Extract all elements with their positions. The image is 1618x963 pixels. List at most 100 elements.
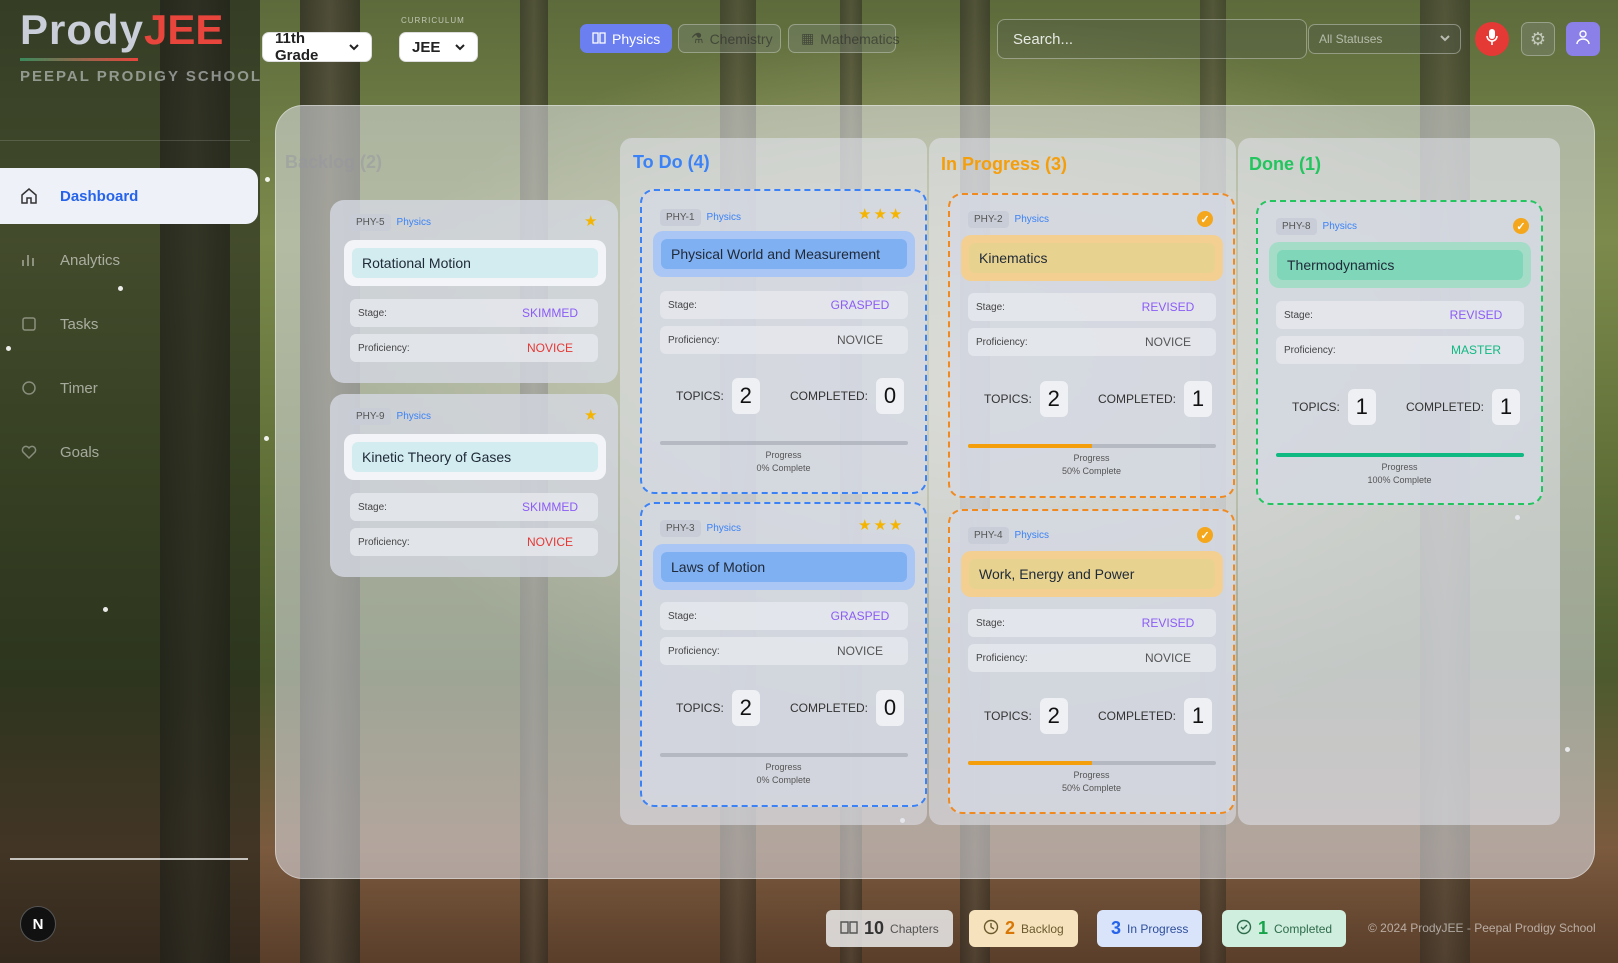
star-icon: ★	[584, 213, 600, 230]
card-subject: Physics	[706, 212, 741, 223]
check-circle-icon	[1236, 919, 1252, 938]
microphone-button[interactable]	[1475, 22, 1509, 56]
proficiency-label: Proficiency:	[358, 342, 410, 354]
proficiency-value: NOVICE	[526, 341, 573, 355]
profile-button[interactable]	[1566, 22, 1600, 56]
inprogress-count-chip: 3 In Progress	[1097, 910, 1203, 947]
stage-row: Stage: GRASPED	[660, 602, 908, 630]
stage-label: Stage:	[668, 610, 697, 622]
chapter-card-phy1[interactable]: PHY-1 Physics ★★★ Physical World and Meas…	[640, 189, 927, 494]
stage-row: Stage: REVISED	[968, 293, 1216, 321]
card-title: Rotational Motion	[352, 248, 598, 278]
user-avatar-button[interactable]: N	[20, 906, 56, 942]
topics-label: TOPICS:	[1292, 400, 1340, 414]
completed-stat: COMPLETED: 1	[1098, 698, 1213, 734]
proficiency-value: MASTER	[1450, 343, 1501, 357]
proficiency-label: Proficiency:	[976, 652, 1028, 664]
card-title-box: Work, Energy and Power	[961, 551, 1223, 597]
completed-count: 1	[1184, 698, 1213, 734]
stage-row: Stage: REVISED	[968, 609, 1216, 637]
proficiency-row: Proficiency: NOVICE	[350, 334, 598, 362]
card-id: PHY-4	[968, 527, 1009, 544]
topics-count: 2	[1039, 381, 1068, 417]
proficiency-row: Proficiency: NOVICE	[968, 328, 1216, 356]
card-id: PHY-1	[660, 209, 701, 226]
brand-name-part2: JEE	[144, 6, 224, 53]
sidebar-item-tasks[interactable]: Tasks	[0, 296, 258, 352]
tab-mathematics[interactable]: ▦ Mathematics	[788, 24, 900, 53]
chapter-card-phy8[interactable]: PHY-8 Physics ✓ Thermodynamics Stage: REVI…	[1256, 200, 1543, 505]
topics-count: 2	[731, 690, 760, 726]
card-tag: PHY-8 Physics	[1276, 218, 1357, 235]
card-tag: PHY-1 Physics	[660, 209, 741, 226]
clock-icon	[983, 919, 999, 938]
card-title: Kinetic Theory of Gases	[352, 442, 598, 472]
backlog-count-chip: 2 Backlog	[969, 910, 1078, 947]
proficiency-row: Proficiency: NOVICE	[350, 528, 598, 556]
heart-icon	[20, 443, 38, 461]
progress-bar	[660, 441, 908, 445]
tab-physics[interactable]: Physics	[580, 24, 673, 53]
backlog-label: Backlog	[1021, 921, 1064, 936]
tab-physics-label: Physics	[612, 30, 661, 47]
card-title: Laws of Motion	[661, 552, 907, 582]
card-subject: Physics	[706, 523, 741, 534]
tab-chemistry[interactable]: ⚗ Chemistry	[678, 24, 781, 53]
progress-title: Progress	[1073, 770, 1110, 780]
search-input[interactable]: Search...	[997, 19, 1307, 59]
proficiency-value: NOVICE	[526, 535, 573, 549]
completed-count: 0	[876, 690, 905, 726]
stage-value: SKIMMED	[521, 306, 578, 320]
inprogress-label: In Progress	[1127, 921, 1189, 936]
status-filter-select[interactable]: All Statuses	[1308, 24, 1461, 54]
topics-stat: TOPICS: 1	[1292, 389, 1376, 425]
brand-logo[interactable]: ProdyJEE PEEPAL PRODIGY SCHOOL	[20, 6, 260, 85]
stage-value: SKIMMED	[521, 500, 578, 514]
chapter-card-phy5[interactable]: PHY-5 Physics ★ Rotational Motion Stage: S…	[330, 200, 618, 383]
tasks-icon	[20, 315, 38, 333]
settings-button[interactable]: ⚙	[1521, 22, 1555, 56]
proficiency-row: Proficiency: NOVICE	[660, 326, 908, 354]
card-id: PHY-3	[660, 520, 701, 537]
proficiency-label: Proficiency:	[668, 334, 720, 346]
completed-label: COMPLETED:	[1098, 392, 1177, 406]
card-tag: PHY-4 Physics	[968, 527, 1049, 544]
topics-count: 2	[1039, 698, 1068, 734]
sidebar-item-goals[interactable]: Goals	[0, 424, 258, 480]
completed-count-chip: 1 Completed	[1222, 910, 1347, 947]
completed-label: Completed	[1274, 921, 1333, 936]
chapter-card-phy4[interactable]: PHY-4 Physics ✓ Work, Energy and Power St…	[948, 509, 1235, 814]
progress-title: Progress	[765, 762, 802, 772]
card-id: PHY-2	[968, 211, 1009, 228]
stage-value: REVISED	[1141, 300, 1195, 314]
sidebar-item-analytics[interactable]: Analytics	[0, 232, 258, 288]
stage-value: REVISED	[1141, 616, 1195, 630]
progress-label: Progress 50% Complete	[950, 452, 1233, 478]
chapter-card-phy2[interactable]: PHY-2 Physics ✓ Kinematics Stage: REVISED …	[948, 193, 1235, 498]
curriculum-select-label: CURRICULUM	[401, 16, 465, 25]
proficiency-value: NOVICE	[836, 644, 883, 658]
sidebar-item-timer[interactable]: Timer	[0, 360, 258, 416]
clock-icon	[20, 379, 38, 397]
flask-icon: ⚗	[691, 30, 704, 46]
proficiency-row: Proficiency: MASTER	[1276, 336, 1524, 364]
curriculum-select[interactable]: JEE	[399, 32, 478, 62]
chevron-down-icon	[1440, 32, 1450, 46]
grade-select[interactable]: 11th Grade	[262, 30, 372, 64]
sidebar-divider	[0, 140, 250, 141]
sidebar-item-dashboard[interactable]: Dashboard	[0, 168, 258, 224]
progress-text: 50% Complete	[1061, 783, 1122, 793]
star-icon: ★	[584, 407, 600, 424]
chapter-card-phy9[interactable]: PHY-9 Physics ★ Kinetic Theory of Gases S…	[330, 394, 618, 577]
card-id: PHY-5	[350, 214, 391, 231]
completed-stat: COMPLETED: 0	[790, 690, 905, 726]
card-title-box: Kinetic Theory of Gases	[344, 434, 606, 480]
card-tag: PHY-2 Physics	[968, 211, 1049, 228]
proficiency-label: Proficiency:	[1284, 344, 1336, 356]
chapter-card-phy3[interactable]: PHY-3 Physics ★★★ Laws of Motion Stage: GR…	[640, 502, 927, 807]
card-subject: Physics	[1014, 530, 1049, 541]
tab-chemistry-label: Chemistry	[709, 30, 773, 47]
progress-title: Progress	[765, 450, 802, 460]
stage-row: Stage: GRASPED	[660, 291, 908, 319]
status-filter-value: All Statuses	[1319, 32, 1383, 46]
